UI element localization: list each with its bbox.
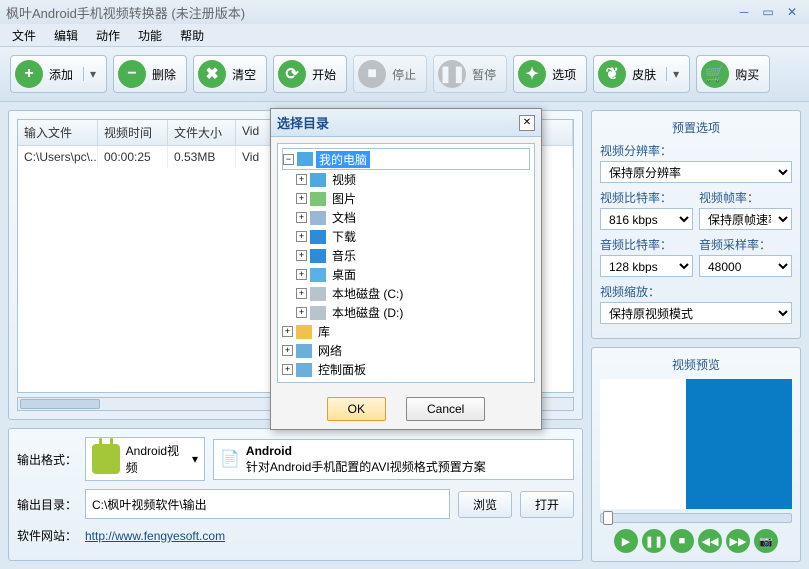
options-button[interactable]: ✦选项 xyxy=(513,55,587,93)
minus-icon: − xyxy=(118,60,146,88)
menu-action[interactable]: 动作 xyxy=(88,25,128,46)
browse-button[interactable]: 浏览 xyxy=(458,491,512,518)
framerate-select[interactable]: 保持原帧速率 xyxy=(699,208,792,230)
tree-network[interactable]: +网络 xyxy=(282,341,530,360)
tree-music[interactable]: +音乐 xyxy=(282,246,530,265)
audio-samplerate-select[interactable]: 48000 xyxy=(699,255,792,277)
output-panel: 输出格式： Android视频 ▾ 📄 Android 针对Android手机配… xyxy=(8,428,583,561)
audio-bitrate-select[interactable]: 128 kbps xyxy=(600,255,693,277)
video-scale-select[interactable]: 保持原视频模式 xyxy=(600,302,792,324)
delete-button[interactable]: −删除 xyxy=(113,55,187,93)
menu-edit[interactable]: 编辑 xyxy=(46,25,86,46)
website-link[interactable]: http://www.fengyesoft.com xyxy=(85,529,225,543)
refresh-icon: ⟳ xyxy=(278,60,306,88)
buy-button[interactable]: 🛒购买 xyxy=(696,55,770,93)
snapshot-button[interactable]: 📷 xyxy=(754,529,778,553)
menu-help[interactable]: 帮助 xyxy=(172,25,212,46)
menubar: 文件 编辑 动作 功能 帮助 xyxy=(0,24,809,46)
resolution-select[interactable]: 保持原分辨率 xyxy=(600,161,792,183)
toolbar: +添加▾ −删除 ✖清空 ⟳开始 ■停止 ❚❚暂停 ✦选项 ❦皮肤▾ 🛒购买 xyxy=(0,46,809,102)
stop-icon: ■ xyxy=(358,60,386,88)
seek-slider[interactable] xyxy=(600,513,792,523)
preview-video xyxy=(600,379,792,509)
menu-file[interactable]: 文件 xyxy=(4,25,44,46)
chevron-down-icon: ▾ xyxy=(192,452,198,466)
tree-my-computer[interactable]: −我的电脑 xyxy=(282,148,530,170)
preview-title: 视频预览 xyxy=(600,356,792,373)
clear-button[interactable]: ✖清空 xyxy=(193,55,267,93)
output-format-label: 输出格式： xyxy=(17,451,77,468)
dialog-cancel-button[interactable]: Cancel xyxy=(406,397,485,421)
prev-button[interactable]: ◀◀ xyxy=(698,529,722,553)
close-button[interactable]: ✕ xyxy=(781,3,803,21)
next-button[interactable]: ▶▶ xyxy=(726,529,750,553)
preset-title: 预置选项 xyxy=(600,119,792,136)
tree-recycle-bin[interactable]: 回收站 xyxy=(282,379,530,383)
preset-panel: 预置选项 视频分辨率：保持原分辨率 视频比特率：816 kbps 视频帧率：保持… xyxy=(591,110,801,339)
stop-preview-button[interactable]: ■ xyxy=(670,529,694,553)
play-button[interactable]: ▶ xyxy=(614,529,638,553)
add-button[interactable]: +添加▾ xyxy=(10,55,107,93)
minimize-button[interactable]: ─ xyxy=(733,3,755,21)
video-bitrate-select[interactable]: 816 kbps xyxy=(600,208,693,230)
clear-icon: ✖ xyxy=(198,60,226,88)
tree-video[interactable]: +视频 xyxy=(282,170,530,189)
pause-button[interactable]: ❚❚暂停 xyxy=(433,55,507,93)
dialog-title: 选择目录 xyxy=(277,113,519,132)
chevron-down-icon[interactable]: ▾ xyxy=(666,67,679,81)
stop-button[interactable]: ■停止 xyxy=(353,55,427,93)
tree-desktop[interactable]: +桌面 xyxy=(282,265,530,284)
tree-control-panel[interactable]: +控制面板 xyxy=(282,360,530,379)
pause-icon: ❚❚ xyxy=(438,60,466,88)
cart-icon: 🛒 xyxy=(701,60,729,88)
pause-preview-button[interactable]: ❚❚ xyxy=(642,529,666,553)
window-title: 枫叶Android手机视频转换器 (未注册版本) xyxy=(6,3,731,22)
output-dir-input[interactable] xyxy=(85,489,450,519)
menu-function[interactable]: 功能 xyxy=(130,25,170,46)
folder-tree[interactable]: −我的电脑 +视频 +图片 +文档 +下载 +音乐 +桌面 +本地磁盘 (C:)… xyxy=(277,143,535,383)
start-button[interactable]: ⟳开始 xyxy=(273,55,347,93)
col-input-file[interactable]: 输入文件 xyxy=(18,120,98,145)
page-icon: 📄 xyxy=(220,449,240,469)
output-format-selector[interactable]: Android视频 ▾ xyxy=(85,437,205,481)
plus-icon: + xyxy=(15,60,43,88)
tree-pictures[interactable]: +图片 xyxy=(282,189,530,208)
output-dir-label: 输出目录： xyxy=(17,496,77,513)
dialog-close-button[interactable]: ✕ xyxy=(519,115,535,131)
apple-icon: ❦ xyxy=(598,60,626,88)
folder-dialog: 选择目录 ✕ −我的电脑 +视频 +图片 +文档 +下载 +音乐 +桌面 +本地… xyxy=(270,108,542,430)
tree-drive-c[interactable]: +本地磁盘 (C:) xyxy=(282,284,530,303)
maximize-button[interactable]: ▭ xyxy=(757,3,779,21)
format-description: 📄 Android 针对Android手机配置的AVI视频格式预置方案 xyxy=(213,439,574,480)
chevron-down-icon[interactable]: ▾ xyxy=(83,67,96,81)
skin-button[interactable]: ❦皮肤▾ xyxy=(593,55,690,93)
tree-drive-d[interactable]: +本地磁盘 (D:) xyxy=(282,303,530,322)
website-label: 软件网站： xyxy=(17,527,77,544)
tools-icon: ✦ xyxy=(518,60,546,88)
android-icon xyxy=(92,444,120,474)
tree-downloads[interactable]: +下载 xyxy=(282,227,530,246)
tree-library[interactable]: +库 xyxy=(282,322,530,341)
preview-panel: 视频预览 ▶ ❚❚ ■ ◀◀ ▶▶ 📷 xyxy=(591,347,801,562)
col-file-size[interactable]: 文件大小 xyxy=(168,120,236,145)
tree-documents[interactable]: +文档 xyxy=(282,208,530,227)
dialog-ok-button[interactable]: OK xyxy=(327,397,386,421)
col-video-time[interactable]: 视频时间 xyxy=(98,120,168,145)
open-button[interactable]: 打开 xyxy=(520,491,574,518)
